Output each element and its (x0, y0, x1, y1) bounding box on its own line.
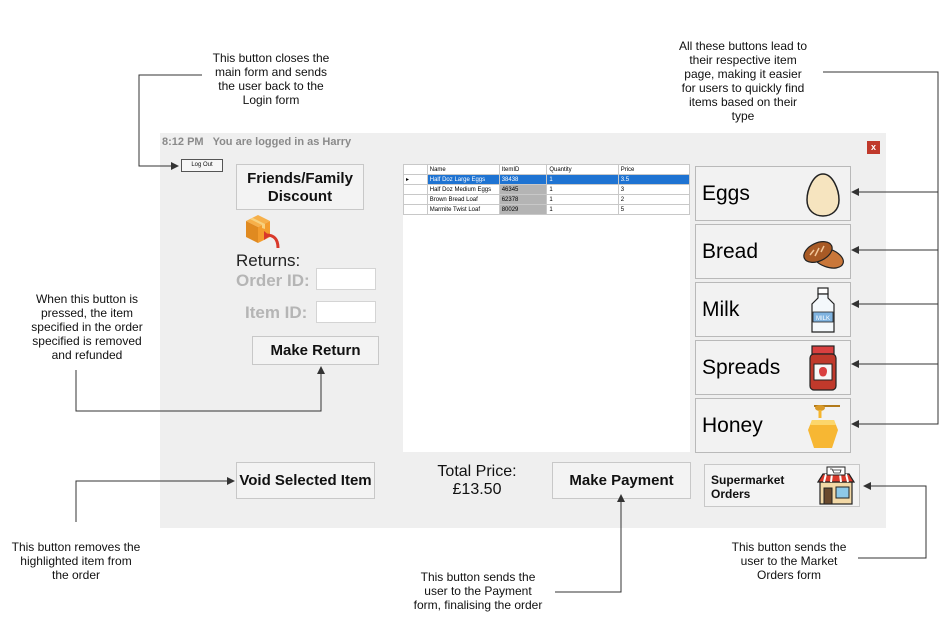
annotation-arrows (75, 71, 939, 593)
